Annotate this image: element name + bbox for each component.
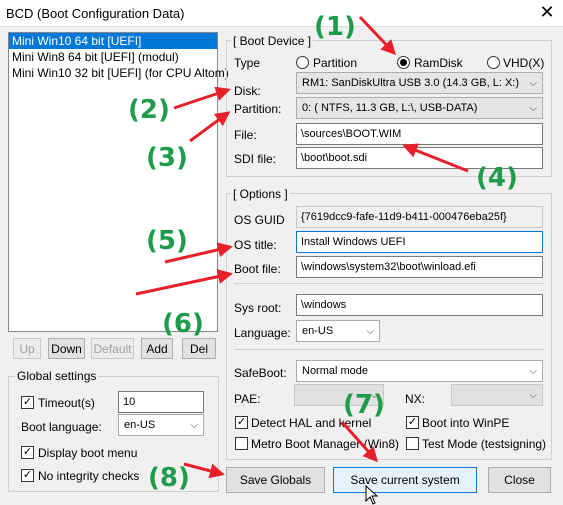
arrow-4 — [402, 143, 469, 173]
annotation-label-5: (5) — [146, 226, 188, 256]
arrow-1 — [358, 15, 397, 56]
arrow-2 — [173, 86, 231, 110]
annotation-label-2: (2) — [128, 95, 170, 125]
annotation-label-8: (8) — [148, 463, 190, 493]
annotation-arrows — [135, 15, 469, 505]
annotation-label-4: (4) — [476, 163, 518, 193]
mouse-cursor-icon — [365, 484, 379, 505]
annotation-label-1: (1) — [314, 12, 356, 42]
annotation-label-6: (6) — [162, 309, 204, 339]
arrow-5b — [135, 269, 233, 296]
arrow-3 — [189, 111, 231, 143]
arrow-7 — [340, 420, 379, 463]
annotation-label-3: (3) — [146, 143, 188, 173]
annotation-label-7: (7) — [343, 390, 385, 420]
